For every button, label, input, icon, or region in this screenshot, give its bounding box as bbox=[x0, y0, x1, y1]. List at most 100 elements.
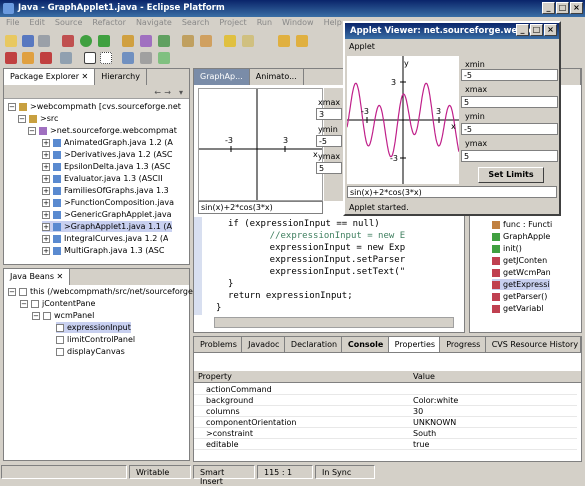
new-java-project-icon[interactable] bbox=[122, 35, 134, 47]
package-tree-item[interactable]: + EpsilonDelta.java 1.3 (ASC bbox=[42, 161, 170, 172]
package-tree-item[interactable]: − >net.sourceforge.webcompmat bbox=[28, 125, 177, 136]
package-tree-item[interactable]: + Evaluator.java 1.3 (ASCII bbox=[42, 173, 163, 184]
outline-item[interactable]: getWcmPan bbox=[492, 267, 551, 278]
set-limits-button[interactable]: Set Limits bbox=[478, 167, 544, 183]
menu-search[interactable]: Search bbox=[182, 18, 209, 30]
open-type-icon[interactable] bbox=[182, 35, 194, 47]
collapse-icon[interactable]: − bbox=[8, 288, 16, 296]
edit-icon[interactable] bbox=[242, 35, 254, 47]
search-icon[interactable] bbox=[200, 35, 212, 47]
layout-icon[interactable] bbox=[122, 52, 134, 64]
menu-project[interactable]: Project bbox=[219, 18, 246, 30]
design-expression-input[interactable]: sin(x)+2*cos(3*x) bbox=[198, 201, 323, 214]
bean-tree-item[interactable]: displayCanvas bbox=[56, 346, 125, 357]
tab-properties[interactable]: Properties bbox=[388, 337, 441, 352]
expand-icon[interactable]: + bbox=[42, 247, 50, 255]
align-icon[interactable] bbox=[60, 52, 72, 64]
applet-menu[interactable]: Applet bbox=[349, 42, 375, 51]
property-row[interactable]: editable true bbox=[194, 439, 577, 450]
expand-icon[interactable]: − bbox=[18, 115, 26, 123]
external-tools-icon[interactable] bbox=[98, 35, 110, 47]
outline-item[interactable]: getVariabl bbox=[492, 303, 544, 314]
package-tree-item[interactable]: + IntegralCurves.java 1.2 (A bbox=[42, 233, 168, 244]
expand-icon[interactable]: + bbox=[42, 187, 50, 195]
save-icon[interactable] bbox=[22, 35, 34, 47]
marquee-icon[interactable] bbox=[100, 52, 112, 64]
new-package-icon[interactable] bbox=[140, 35, 152, 47]
back-icon[interactable] bbox=[278, 35, 290, 47]
expand-icon[interactable]: + bbox=[42, 175, 50, 183]
forward-arrow-icon[interactable]: → bbox=[164, 88, 171, 97]
package-tree-item[interactable]: − >src bbox=[18, 113, 58, 124]
expand-icon[interactable]: + bbox=[42, 235, 50, 243]
menu-icon[interactable]: ▾ bbox=[179, 88, 183, 97]
package-tree-item[interactable]: + MultiGraph.java 1.3 (ASC bbox=[42, 245, 164, 256]
collapse-icon[interactable]: − bbox=[20, 300, 28, 308]
tab-declaration[interactable]: Declaration bbox=[285, 337, 342, 352]
applet-maximize-button[interactable]: □ bbox=[530, 24, 543, 36]
grid-icon[interactable] bbox=[140, 52, 152, 64]
outline-item[interactable]: getExpressi bbox=[492, 279, 550, 290]
debug-icon[interactable] bbox=[62, 35, 74, 47]
package-tree-item[interactable]: + AnimatedGraph.java 1.2 (A bbox=[42, 137, 173, 148]
tab-console[interactable]: Console bbox=[342, 337, 389, 352]
tab-animated[interactable]: Animato... bbox=[250, 69, 304, 85]
expand-icon[interactable]: + bbox=[42, 139, 50, 147]
expand-icon[interactable]: + bbox=[42, 151, 50, 159]
tab-graphapplet[interactable]: GraphAp... bbox=[194, 69, 250, 85]
tab-javadoc[interactable]: Javadoc bbox=[242, 337, 285, 352]
applet-expression-input[interactable]: sin(x)+2*cos(3*x) bbox=[347, 186, 557, 198]
forward-icon[interactable] bbox=[296, 35, 308, 47]
menu-run[interactable]: Run bbox=[257, 18, 272, 30]
menu-help[interactable]: Help bbox=[324, 18, 342, 30]
applet-graph-canvas[interactable]: y x -3 3 3 -3 bbox=[346, 56, 460, 184]
horizontal-scrollbar[interactable] bbox=[214, 317, 454, 328]
package-tree-item[interactable]: + >FunctionComposition.java bbox=[42, 197, 174, 208]
package-tree-item[interactable]: + >Derivatives.java 1.2 (ASC bbox=[42, 149, 173, 160]
new-icon[interactable] bbox=[5, 35, 17, 47]
property-row[interactable]: componentOrientation UNKNOWN bbox=[194, 417, 577, 428]
minimize-button[interactable]: _ bbox=[542, 2, 555, 14]
menu-navigate[interactable]: Navigate bbox=[136, 18, 172, 30]
bean-tree-item[interactable]: − this (/webcompmath/src/net/sourceforge/… bbox=[8, 286, 202, 297]
ymax-field[interactable]: 5 bbox=[461, 150, 558, 162]
stop-icon[interactable] bbox=[5, 52, 17, 64]
print-icon[interactable] bbox=[38, 35, 50, 47]
package-tree-item[interactable]: − >webcompmath [cvs.sourceforge.net bbox=[8, 101, 181, 112]
select-icon[interactable] bbox=[84, 52, 96, 64]
menu-refactor[interactable]: Refactor bbox=[92, 18, 126, 30]
tab-problems[interactable]: Problems bbox=[194, 337, 243, 352]
property-row[interactable]: >constraint South bbox=[194, 428, 577, 439]
outline-item[interactable]: getParser() bbox=[492, 291, 547, 302]
tab-java-beans[interactable]: Java Beans ✕ bbox=[4, 269, 71, 285]
close-button[interactable]: × bbox=[570, 2, 583, 14]
menu-window[interactable]: Window bbox=[282, 18, 314, 30]
property-row[interactable]: background Color:white bbox=[194, 395, 577, 406]
expand-icon[interactable]: + bbox=[42, 199, 50, 207]
outline-item[interactable]: GraphApple bbox=[492, 231, 550, 242]
tab-progress[interactable]: Progress bbox=[440, 337, 486, 352]
bean-tree-item[interactable]: − wcmPanel bbox=[32, 310, 94, 321]
tab-hierarchy[interactable]: Hierarchy bbox=[95, 69, 147, 85]
expand-icon[interactable]: + bbox=[42, 163, 50, 171]
maximize-button[interactable]: □ bbox=[556, 2, 569, 14]
applet-close-button[interactable]: × bbox=[544, 24, 557, 36]
package-tree-item[interactable]: + FamiliesOfGraphs.java 1.3 bbox=[42, 185, 169, 196]
new-class-icon[interactable] bbox=[158, 35, 170, 47]
xmin-field[interactable]: -5 bbox=[461, 69, 558, 81]
menu-file[interactable]: File bbox=[6, 18, 19, 30]
design-graph-canvas[interactable]: -3 3 x bbox=[198, 88, 323, 201]
design-ymin-field[interactable]: -5 bbox=[316, 135, 342, 147]
applet-minimize-button[interactable]: _ bbox=[516, 24, 529, 36]
outline-item[interactable]: init() bbox=[492, 243, 522, 254]
expand-icon[interactable]: − bbox=[28, 127, 36, 135]
bookmark-icon[interactable] bbox=[22, 52, 34, 64]
bean-tree-item[interactable]: − jContentPane bbox=[20, 298, 95, 309]
tab-cvs-resource-history[interactable]: CVS Resource History bbox=[486, 337, 581, 352]
ymin-field[interactable]: -5 bbox=[461, 123, 558, 135]
property-row[interactable]: columns 30 bbox=[194, 406, 577, 417]
bean-tree-item[interactable]: expressionInput bbox=[56, 322, 131, 333]
collapse-icon[interactable]: − bbox=[32, 312, 40, 320]
pin-icon[interactable] bbox=[224, 35, 236, 47]
property-row[interactable]: actionCommand bbox=[194, 384, 577, 395]
